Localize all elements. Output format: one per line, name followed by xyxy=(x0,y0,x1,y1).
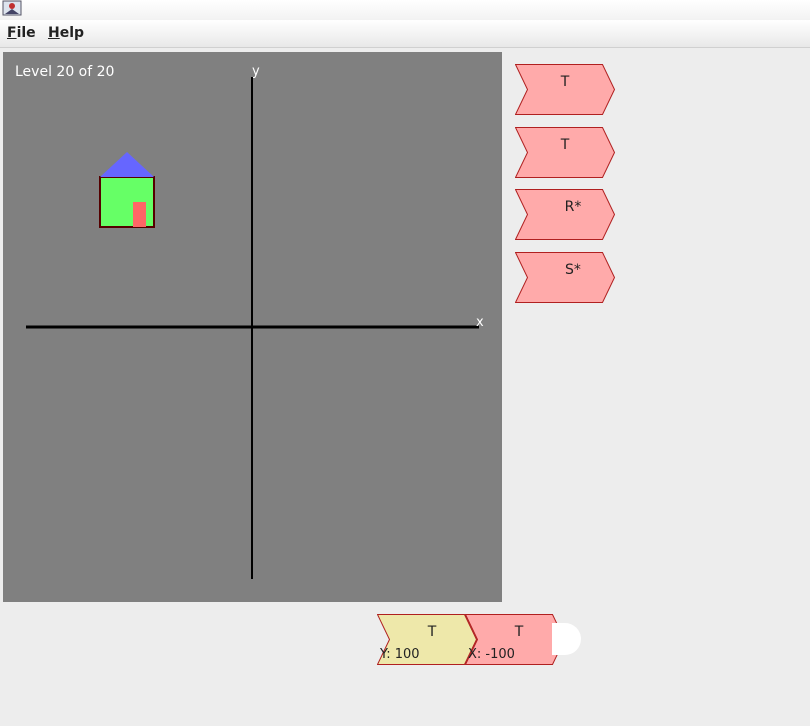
y-axis-label: y xyxy=(252,64,260,79)
program-end-connector xyxy=(552,623,581,655)
menu-file[interactable]: File xyxy=(7,25,36,41)
house-shape xyxy=(99,152,155,228)
block-param-y[interactable]: Y: 100 xyxy=(380,647,420,662)
level-indicator: Level 20 of 20 xyxy=(15,64,115,80)
block-label: R* xyxy=(564,199,582,215)
block-label: T xyxy=(560,137,570,153)
block-param-x[interactable]: X: -100 xyxy=(468,647,515,662)
program-translate-x-block[interactable]: T X: -100 xyxy=(465,614,565,665)
palette-translate-block-1[interactable]: T xyxy=(515,64,615,115)
palette-translate-block-2[interactable]: T xyxy=(515,127,615,178)
block-label: S* xyxy=(565,262,581,278)
house-door xyxy=(133,202,146,227)
java-app-icon xyxy=(2,0,22,16)
block-label: T xyxy=(560,74,570,90)
palette-scale-block[interactable]: S* xyxy=(515,252,615,303)
menu-help[interactable]: Help xyxy=(48,25,84,41)
canvas-graphics xyxy=(26,77,479,579)
window-title-bar xyxy=(0,0,810,20)
x-axis-label: x xyxy=(476,315,484,330)
menu-bar: File Help xyxy=(0,20,810,48)
palette-rotate-block[interactable]: R* xyxy=(515,189,615,240)
program-translate-y-block[interactable]: T Y: 100 xyxy=(377,614,477,665)
drawing-canvas: Level 20 of 20 y x xyxy=(3,52,502,602)
house-roof xyxy=(100,152,154,177)
